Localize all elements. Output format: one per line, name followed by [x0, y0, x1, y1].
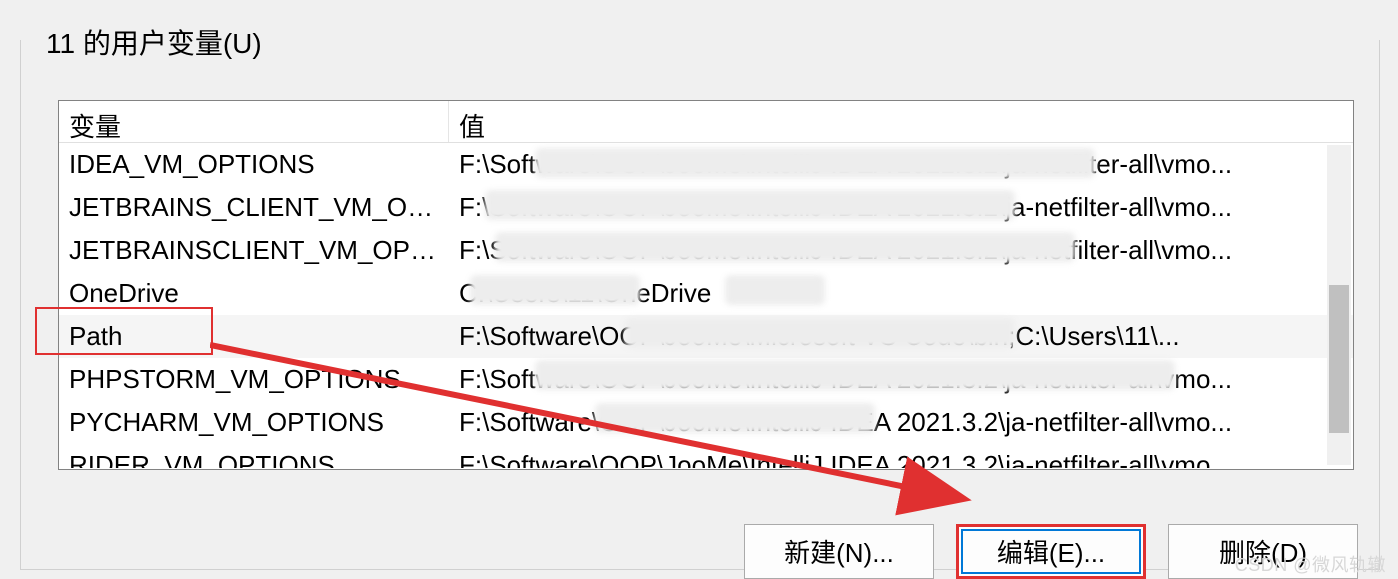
table-row[interactable]: RIDER_VM_OPTIONS F:\Software\OOP\JooMe\I…: [59, 444, 1353, 468]
scrollbar-track[interactable]: [1327, 145, 1351, 465]
column-header-name[interactable]: 变量: [59, 101, 449, 142]
watermark: CSDN @微风轨辙: [1235, 551, 1386, 577]
scrollbar-thumb[interactable]: [1329, 285, 1349, 433]
cell-name: JETBRAINS_CLIENT_VM_OPT...: [59, 188, 449, 227]
cell-name: PHPSTORM_VM_OPTIONS: [59, 360, 449, 399]
cell-value: F:\Software\OOP\JooMe\IntelliJ IDEA 2021…: [449, 446, 1353, 468]
table-header: 变量 值: [59, 101, 1353, 143]
new-button[interactable]: 新建(N)...: [744, 524, 934, 579]
cell-name: Path: [59, 317, 449, 356]
cell-name: JETBRAINSCLIENT_VM_OPTI...: [59, 231, 449, 270]
cell-name: IDEA_VM_OPTIONS: [59, 145, 449, 184]
edit-button[interactable]: 编辑(E)...: [956, 524, 1146, 579]
cell-name: PYCHARM_VM_OPTIONS: [59, 403, 449, 442]
column-header-value[interactable]: 值: [449, 101, 1353, 142]
cell-value: F:\Software\OOP\JooMe\IntelliJ IDEA 2021…: [449, 403, 1353, 442]
cell-name: RIDER_VM_OPTIONS: [59, 446, 449, 468]
cell-name: OneDrive: [59, 274, 449, 313]
group-title: 11 的用户变量(U): [36, 22, 272, 62]
table-row[interactable]: OneDrive C:\Users\11\OneDrive: [59, 272, 1353, 315]
